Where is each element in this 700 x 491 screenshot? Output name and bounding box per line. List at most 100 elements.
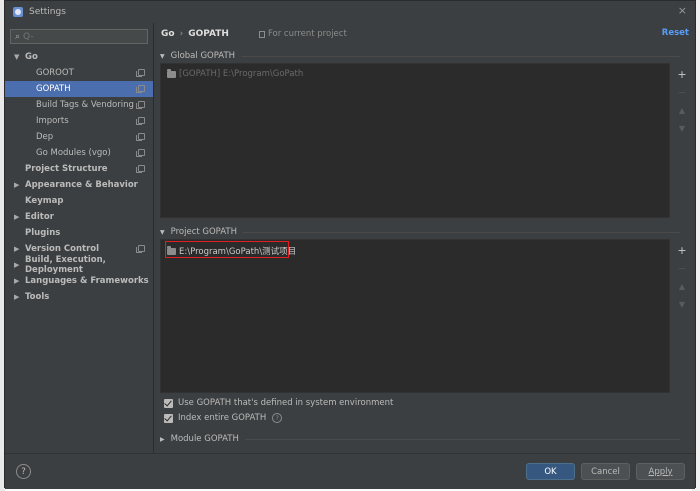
current-project-label: For current project: [267, 29, 347, 39]
move-up-icon[interactable]: ▲: [679, 102, 685, 120]
module-gopath-header[interactable]: ▶ Module GOPATH: [160, 434, 680, 444]
global-gopath-header[interactable]: ▼ Global GOPATH: [160, 51, 680, 61]
global-gopath-entry[interactable]: [GOPATH] E:\Program\GoPath: [167, 68, 303, 79]
gopath-settings-panel: Go › GOPATH For current project Reset ▼ …: [154, 23, 695, 453]
sidebar-item-label: Build Tags & Vendoring: [36, 100, 134, 110]
sidebar-item-label: Version Control: [25, 244, 100, 254]
sidebar-item-dep[interactable]: Dep: [5, 129, 153, 145]
collapsed-arrow-icon[interactable]: ▶: [14, 245, 19, 253]
project-gopath-header[interactable]: ▼ Project GOPATH: [160, 227, 680, 237]
sidebar-item-build-execution-deployment[interactable]: ▶ Build, Execution, Deployment: [5, 255, 153, 275]
expanded-triangle-icon: ▼: [160, 228, 165, 236]
close-icon[interactable]: ×: [678, 4, 687, 17]
expanded-triangle-icon: ▼: [160, 52, 165, 60]
sidebar-item-go[interactable]: ▼ Go: [5, 49, 153, 65]
apply-label: Apply: [648, 466, 673, 477]
sidebar-item-label: Appearance & Behavior: [25, 180, 138, 190]
project-scope-icon: [136, 117, 145, 125]
global-gopath-toolbar: + — ▲ ▼: [672, 66, 692, 138]
collapsed-arrow-icon[interactable]: ▶: [14, 277, 19, 285]
collapsed-arrow-icon[interactable]: ▶: [14, 181, 19, 189]
collapsed-arrow-icon[interactable]: ▶: [14, 213, 19, 221]
sidebar-item-tools[interactable]: ▶ Tools: [5, 289, 153, 305]
sidebar-item-goroot[interactable]: GOROOT: [5, 65, 153, 81]
sidebar-item-go-modules-vgo[interactable]: Go Modules (vgo): [5, 145, 153, 161]
move-down-icon[interactable]: ▼: [679, 120, 685, 138]
reset-link[interactable]: Reset: [662, 28, 689, 38]
title-bar[interactable]: Settings ×: [5, 1, 695, 23]
move-up-icon[interactable]: ▲: [679, 278, 685, 296]
sidebar-item-build-tags-vendoring[interactable]: Build Tags & Vendoring: [5, 97, 153, 113]
sidebar-item-editor[interactable]: ▶ Editor: [5, 209, 153, 225]
move-down-icon[interactable]: ▼: [679, 296, 685, 314]
sidebar-item-label: Plugins: [25, 228, 61, 238]
sidebar-item-label: Languages & Frameworks: [25, 276, 149, 286]
expanded-arrow-icon[interactable]: ▼: [14, 53, 19, 61]
index-entire-gopath-option[interactable]: Index entire GOPATH ?: [164, 413, 283, 423]
sidebar-item-label: Tools: [25, 292, 50, 302]
sidebar-item-label: Go Modules (vgo): [36, 148, 111, 158]
section-divider: [244, 438, 680, 440]
sidebar-item-appearance-behavior[interactable]: ▶ Appearance & Behavior: [5, 177, 153, 193]
settings-sidebar: ⌕ ▼ Go GOROOT GOPATH Build Tags & Vendoring I…: [5, 23, 153, 453]
collapsed-triangle-icon: ▶: [160, 435, 165, 443]
sidebar-item-imports[interactable]: Imports: [5, 113, 153, 129]
search-icon: ⌕: [15, 31, 21, 42]
module-gopath-title: Module GOPATH: [170, 434, 239, 444]
section-divider: [243, 231, 680, 233]
cancel-button[interactable]: Cancel: [581, 463, 630, 480]
project-gopath-toolbar: + — ▲ ▼: [672, 242, 692, 314]
sidebar-item-project-structure[interactable]: Project Structure: [5, 161, 153, 177]
index-entire-gopath-checkbox[interactable]: [164, 413, 173, 423]
sidebar-item-label: Go: [25, 52, 38, 62]
help-icon[interactable]: ?: [272, 413, 283, 423]
breadcrumb-gopath: GOPATH: [188, 29, 229, 39]
sidebar-item-languages-frameworks[interactable]: ▶ Languages & Frameworks: [5, 273, 153, 289]
use-system-gopath-label: Use GOPATH that's defined in system envi…: [178, 398, 394, 408]
project-gopath-entry[interactable]: E:\Program\GoPath\测试项目: [167, 245, 296, 257]
use-system-gopath-checkbox[interactable]: [164, 398, 173, 408]
project-gopath-list[interactable]: E:\Program\GoPath\测试项目: [160, 239, 670, 393]
sidebar-item-label: GOROOT: [36, 68, 74, 78]
add-icon[interactable]: +: [677, 66, 686, 84]
folder-icon: [167, 245, 176, 255]
index-entire-gopath-label: Index entire GOPATH: [178, 413, 267, 423]
sidebar-item-label: Build, Execution, Deployment: [25, 255, 106, 275]
project-scope-icon: [136, 149, 145, 157]
add-icon[interactable]: +: [677, 242, 686, 260]
sidebar-item-label: Keymap: [25, 196, 64, 206]
project-gopath-title: Project GOPATH: [170, 227, 238, 237]
use-system-gopath-option[interactable]: Use GOPATH that's defined in system envi…: [164, 398, 393, 408]
global-gopath-title: Global GOPATH: [170, 51, 236, 61]
project-scope-icon: [136, 101, 145, 109]
sidebar-item-label: Editor: [25, 212, 54, 222]
help-button[interactable]: ?: [16, 464, 31, 479]
settings-search-input[interactable]: [23, 31, 134, 42]
breadcrumb: Go › GOPATH For current project Reset: [154, 23, 695, 45]
project-scope-icon: [136, 165, 145, 173]
breadcrumb-go[interactable]: Go: [161, 29, 175, 39]
apply-button[interactable]: Apply: [636, 463, 685, 480]
project-gopath-path: E:\Program\GoPath\测试项目: [179, 247, 297, 257]
sidebar-item-keymap[interactable]: Keymap: [5, 193, 153, 209]
settings-search-box[interactable]: ⌕: [10, 29, 148, 44]
project-scope-icon: [136, 245, 145, 253]
breadcrumb-separator: ›: [179, 29, 184, 39]
ok-button[interactable]: OK: [526, 463, 575, 480]
sidebar-item-label: GOPATH: [36, 84, 71, 94]
project-scope-icon: [136, 69, 145, 77]
sidebar-item-gopath[interactable]: GOPATH: [5, 81, 153, 97]
collapsed-arrow-icon[interactable]: ▶: [14, 261, 19, 269]
sidebar-item-plugins[interactable]: Plugins: [5, 225, 153, 241]
remove-icon[interactable]: —: [678, 84, 686, 102]
current-project-note: For current project: [258, 29, 347, 39]
settings-tree: ▼ Go GOROOT GOPATH Build Tags & Vendoring Imp…: [5, 49, 153, 305]
collapsed-arrow-icon[interactable]: ▶: [14, 293, 19, 301]
sidebar-item-label: Project Structure: [25, 164, 108, 174]
project-scope-icon: [136, 85, 145, 93]
sidebar-item-label: Dep: [36, 132, 54, 142]
global-gopath-list[interactable]: [GOPATH] E:\Program\GoPath: [160, 63, 670, 218]
app-icon: [13, 7, 23, 17]
remove-icon[interactable]: —: [678, 260, 686, 278]
sidebar-item-label: Imports: [36, 116, 69, 126]
